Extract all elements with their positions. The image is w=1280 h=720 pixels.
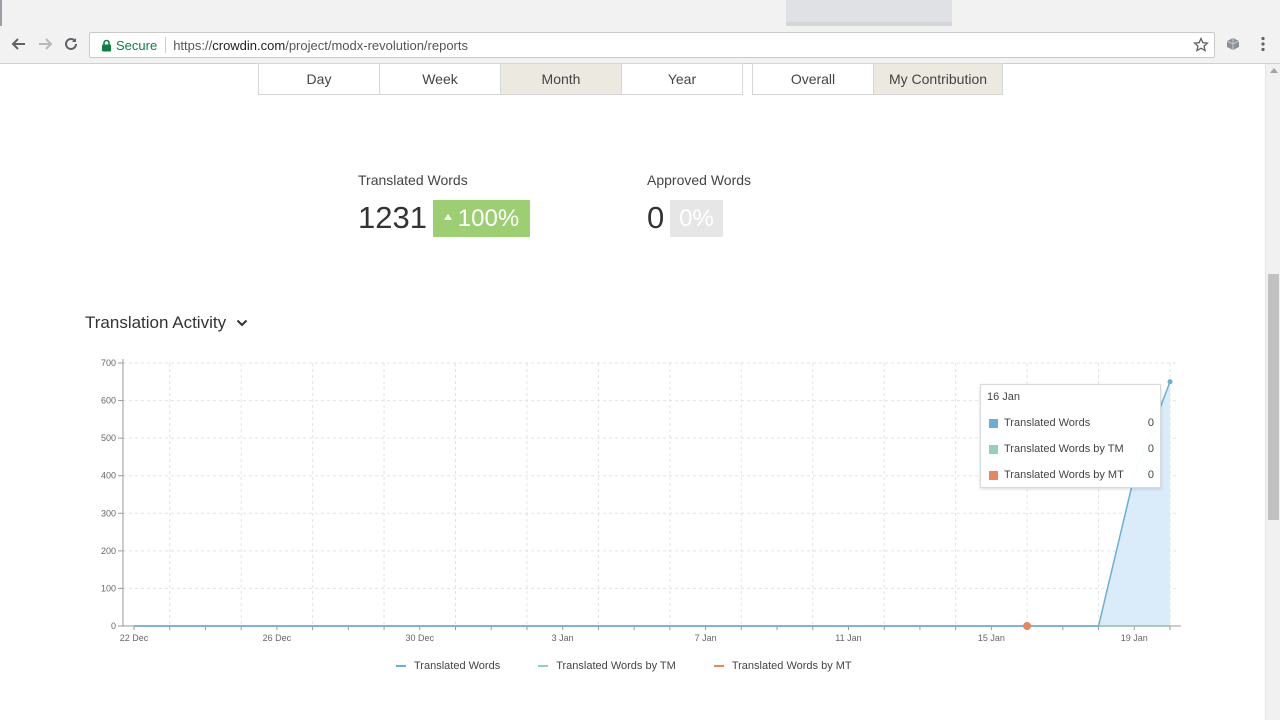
x-tick-label: 19 Jan	[1121, 633, 1148, 643]
tooltip-value-tm: 0	[1147, 443, 1154, 455]
chart-tooltip: 16 Jan Translated Words 0 Translated Wor…	[980, 384, 1161, 488]
y-tick-label: 700	[101, 358, 116, 368]
tooltip-date: 16 Jan	[987, 391, 1021, 403]
tooltip-row-translated: Translated Words 0	[989, 416, 1154, 430]
legend-label-tm: Translated Words by TM	[556, 660, 676, 672]
x-tick-label: 7 Jan	[695, 633, 717, 643]
y-tick-label: 500	[101, 433, 116, 443]
legend-label-mt: Translated Words by MT	[731, 660, 852, 672]
legend-item-mt[interactable]: Translated Words by MT	[713, 660, 852, 672]
x-tick-label: 3 Jan	[552, 633, 574, 643]
highlight-point	[1023, 622, 1032, 630]
y-tick-label: 200	[101, 546, 116, 556]
page-scrollbar[interactable]	[1265, 64, 1280, 720]
x-tick-label: 30 Dec	[406, 633, 435, 643]
legend-line-mt	[713, 665, 724, 667]
tooltip-label-tm: Translated Words by TM	[1004, 443, 1124, 455]
scroll-up-arrow-icon[interactable]	[1270, 68, 1278, 73]
chart-legend: Translated Words Translated Words by TM …	[396, 660, 890, 672]
legend-line-tm	[538, 665, 549, 667]
tooltip-swatch-tm	[989, 444, 998, 454]
x-tick-label: 22 Dec	[120, 633, 149, 643]
tooltip-label-translated: Translated Words	[1004, 417, 1091, 429]
x-tick-label: 26 Dec	[263, 633, 292, 643]
tooltip-value-mt: 0	[1147, 469, 1154, 481]
tooltip-label-mt: Translated Words by MT	[1004, 469, 1124, 481]
tooltip-swatch-mt	[989, 470, 998, 480]
translation-activity-chart: 0 100 200 300 400 500 600 700 22 Dec 26 Dec 30 Dec…	[101, 358, 1181, 643]
translated-end-point	[1167, 379, 1173, 385]
x-tick-label: 15 Jan	[978, 633, 1005, 643]
legend-item-translated[interactable]: Translated Words	[396, 660, 500, 672]
y-tick-label: 0	[111, 621, 116, 631]
y-tick-label: 400	[101, 471, 116, 481]
legend-label-translated: Translated Words	[414, 660, 501, 672]
legend-line-translated	[396, 665, 406, 667]
y-tick-label: 600	[101, 396, 116, 406]
y-tick-label: 300	[101, 508, 116, 518]
tooltip-row-mt: Translated Words by MT 0	[989, 468, 1154, 482]
tooltip-row-tm: Translated Words by TM 0	[989, 442, 1154, 456]
y-tick-label: 100	[101, 583, 116, 593]
tooltip-value-translated: 0	[1147, 417, 1154, 429]
legend-item-tm[interactable]: Translated Words by TM	[538, 660, 676, 672]
tooltip-swatch-translated	[989, 418, 998, 428]
scrollbar-thumb[interactable]	[1268, 274, 1279, 520]
x-tick-label: 11 Jan	[835, 633, 861, 643]
